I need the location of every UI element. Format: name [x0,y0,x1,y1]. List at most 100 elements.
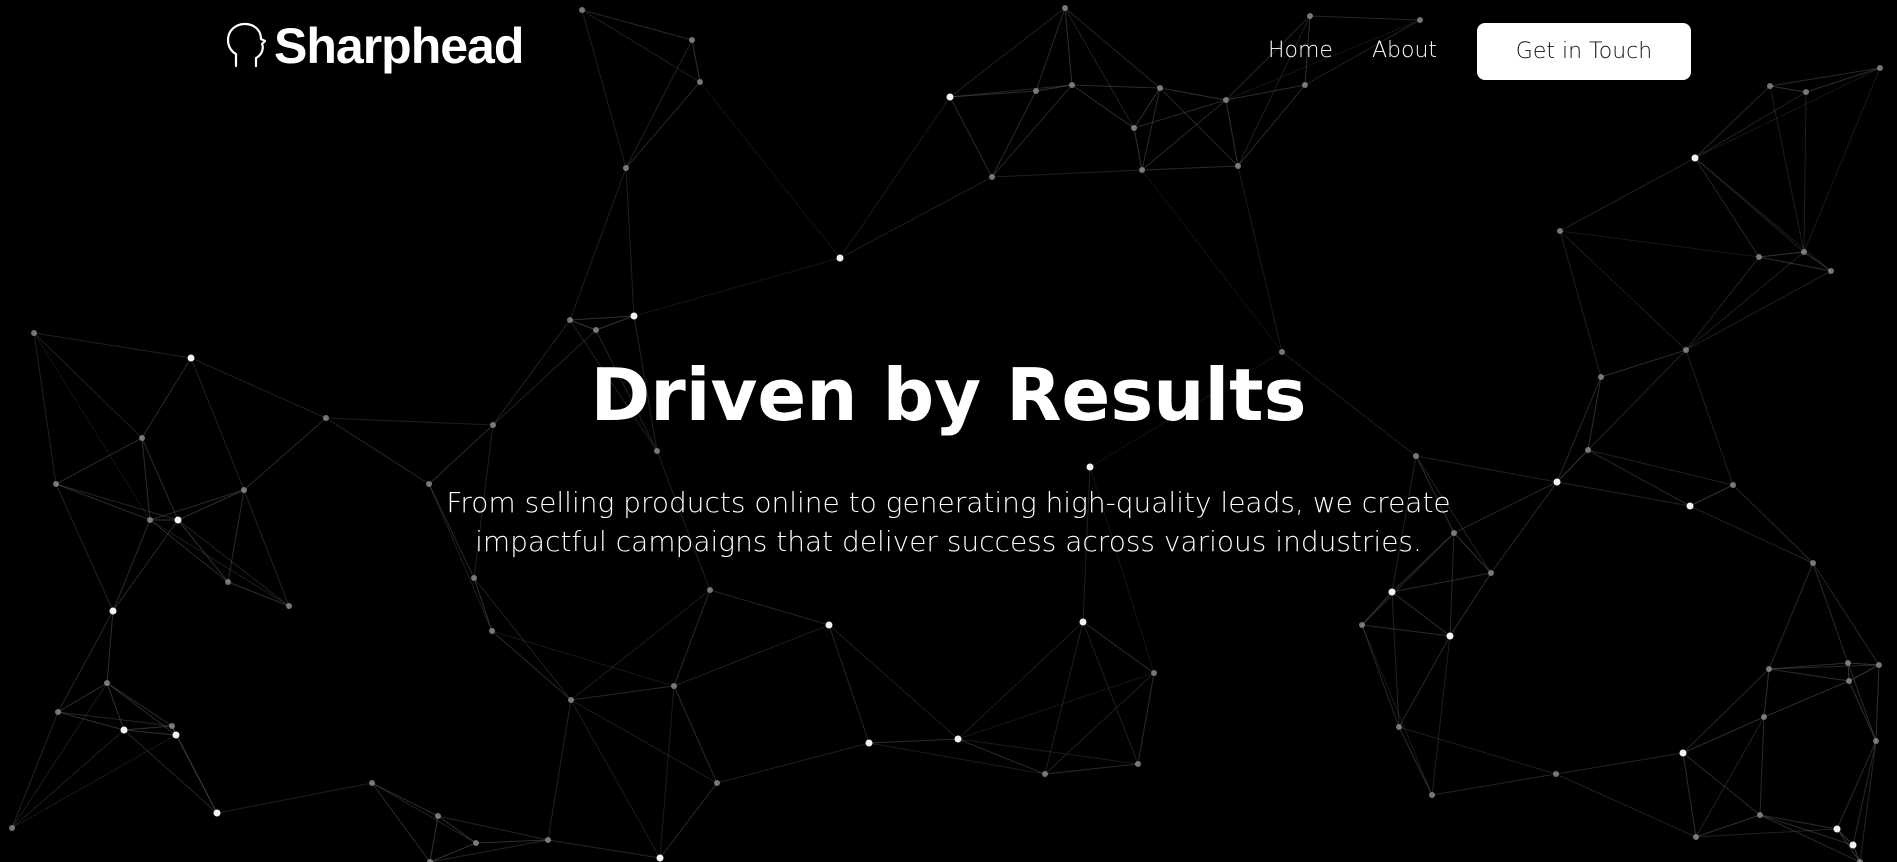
logo-link[interactable]: Sharphead [226,20,524,72]
network-node [1553,771,1559,777]
network-line [716,742,870,784]
network-node [865,739,873,747]
network-line [11,711,59,829]
nav-home-link[interactable]: Home [1268,36,1333,66]
network-node [825,621,833,629]
network-line [699,81,841,259]
network-line [491,630,675,687]
network-line [991,169,1143,178]
network-node [568,697,574,703]
network-line [1559,230,1760,258]
network-line [429,842,477,862]
network-line [11,734,177,829]
hero-subtitle: From selling products online to generati… [446,486,1451,558]
network-line [1361,624,1400,728]
network-line [475,839,549,844]
network-node [954,735,962,743]
network-line [625,167,635,317]
network-line [175,734,218,814]
network-node [225,579,231,585]
network-line [1082,621,1155,674]
network-line [547,699,572,841]
network-line [1559,157,1696,232]
network-node [1396,724,1402,730]
network-node [1359,622,1365,628]
network-node [489,628,495,634]
network-node [172,731,180,739]
network-node [1873,738,1879,744]
network-line [1803,91,1807,253]
network-line [1555,773,1697,838]
network-node [545,837,551,843]
network-line [570,699,718,784]
network-node [1756,254,1762,260]
network-line [1759,716,1765,816]
network-line [709,589,830,626]
network-line [1768,664,1880,670]
network-line [1875,664,1880,742]
network-line [673,624,830,687]
network-line [371,782,431,862]
network-node [623,165,629,171]
network-line [1133,127,1143,171]
network-line [106,610,114,684]
nav-about-link[interactable]: About [1372,36,1437,66]
network-line [1759,814,1861,862]
network-node [1042,771,1048,777]
network-node [1679,749,1687,757]
network-line [1398,726,1557,775]
network-node [1766,666,1772,672]
network-node [1757,812,1763,818]
network-line [1848,664,1880,682]
network-line [1847,662,1880,666]
network-line [491,630,572,701]
network-node [1849,841,1857,849]
network-node [671,683,677,689]
network-node [104,680,110,686]
network-line [659,685,675,859]
network-node [1235,163,1241,169]
network-line [1044,763,1139,775]
network-node [473,840,479,846]
network-line [1685,256,1760,351]
network-line [569,167,627,321]
network-line [1431,773,1557,796]
get-in-touch-button[interactable]: Get in Touch [1477,23,1691,80]
network-line [1559,230,1687,351]
network-line [371,782,439,817]
network-line [429,815,439,862]
network-node [1446,632,1454,640]
network-node [1151,670,1157,676]
network-node [31,330,37,336]
network-line [1141,165,1239,171]
network-line [57,711,125,731]
network-node [1845,660,1851,666]
network-line [429,839,549,862]
network-node [593,327,599,333]
network-line [1682,752,1697,838]
network-line [1141,169,1283,353]
network-node [1139,167,1145,173]
network-line [659,782,718,859]
network-line [11,682,108,829]
network-node [1828,268,1834,274]
network-line [1682,716,1765,754]
network-node [471,575,477,581]
network-node [1693,834,1699,840]
network-line [1848,680,1877,742]
network-line [839,176,993,259]
network-line [1361,624,1451,637]
network-line [957,621,1084,740]
page: Sharphead Home About Get in Touch Driven… [0,0,1897,862]
network-line [57,610,114,713]
network-line [473,577,572,701]
network-line [957,738,1046,775]
network-node [630,312,638,320]
head-silhouette-icon [226,22,266,70]
network-node [1388,588,1396,596]
network-node [213,809,221,817]
network-node [1135,761,1141,767]
network-line [1449,572,1492,637]
network-line [1695,716,1765,838]
network-line [547,839,661,859]
